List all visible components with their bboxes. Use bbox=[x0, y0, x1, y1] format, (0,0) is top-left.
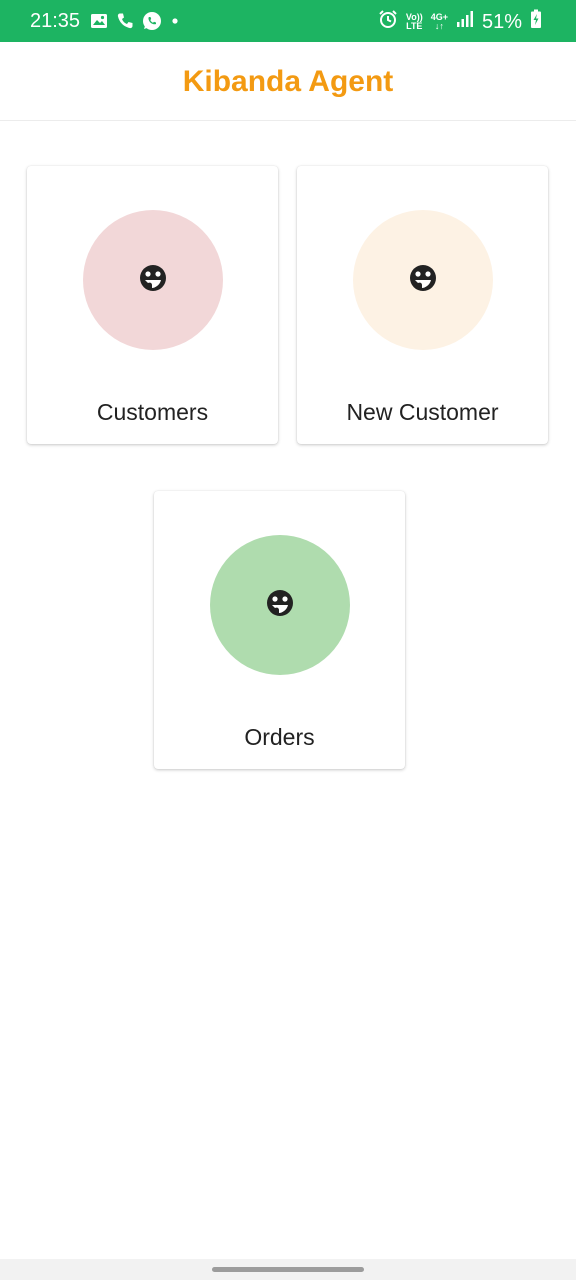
gesture-handle[interactable] bbox=[212, 1267, 364, 1272]
app-title: Kibanda Agent bbox=[182, 65, 394, 98]
orders-icon-circle bbox=[210, 535, 350, 675]
app-bar: Kibanda Agent bbox=[0, 42, 576, 121]
volte-label-bottom: LTE bbox=[406, 21, 423, 31]
dot-icon bbox=[170, 12, 180, 35]
battery-icon bbox=[530, 9, 542, 35]
new-customer-label: New Customer bbox=[346, 399, 499, 425]
face-icon bbox=[408, 263, 438, 298]
face-icon bbox=[265, 588, 295, 623]
new-customer-icon-circle bbox=[353, 210, 493, 350]
orders-card[interactable]: Orders bbox=[154, 491, 405, 769]
phone-icon bbox=[116, 12, 134, 35]
customers-icon-circle bbox=[83, 210, 223, 350]
signal-icon bbox=[456, 10, 474, 34]
status-bar: 21:35 Vo)) LTE 4G+ ↓↑ 51% bbox=[0, 0, 576, 42]
battery-percent: 51% bbox=[481, 11, 522, 33]
whatsapp-icon bbox=[142, 11, 162, 36]
network-label-bottom: ↓↑ bbox=[434, 21, 444, 31]
network-4g-icon: 4G+ ↓↑ bbox=[431, 13, 448, 31]
face-icon bbox=[138, 263, 168, 298]
status-notification-icons bbox=[90, 11, 180, 36]
volte-icon: Vo)) LTE bbox=[406, 13, 423, 31]
image-icon bbox=[90, 12, 108, 35]
alarm-icon bbox=[378, 9, 398, 35]
status-system-icons: Vo)) LTE 4G+ ↓↑ 51% bbox=[378, 9, 542, 35]
navigation-bar bbox=[0, 1259, 576, 1280]
customers-label: Customers bbox=[96, 399, 209, 425]
customers-card[interactable]: Customers bbox=[27, 166, 278, 444]
orders-label: Orders bbox=[244, 724, 315, 750]
new-customer-card[interactable]: New Customer bbox=[297, 166, 548, 444]
status-time: 21:35 bbox=[30, 10, 81, 32]
